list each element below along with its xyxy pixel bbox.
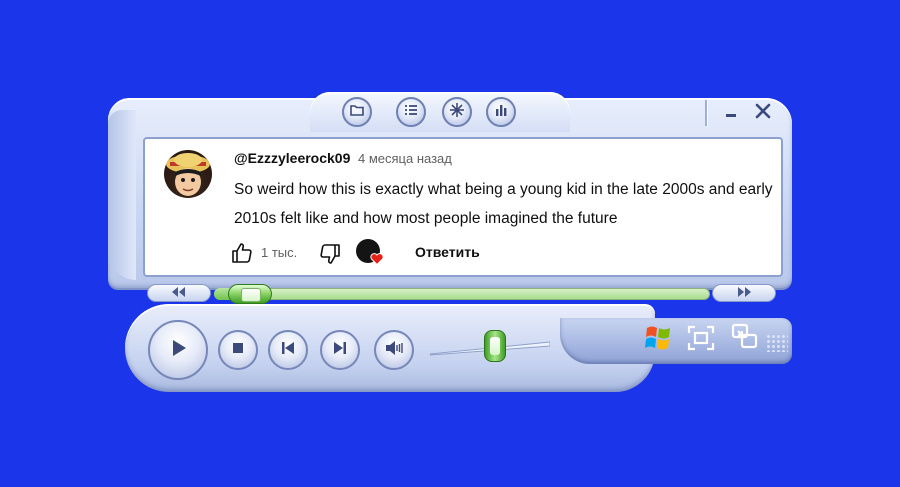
seek-thumb[interactable] [227, 284, 272, 304]
like-button[interactable] [230, 241, 254, 265]
visualization-icon [449, 102, 465, 123]
rewind-icon [170, 287, 188, 299]
volume-icon [385, 340, 403, 361]
media-player: @Ezzzyleerock09 4 месяца назад So weird … [0, 0, 900, 487]
thumbs-down-icon [318, 244, 342, 270]
fast-forward-icon [735, 287, 753, 299]
avatar[interactable] [164, 150, 212, 198]
volume-slider-thumb[interactable] [483, 330, 506, 362]
minimize-button[interactable] [718, 100, 744, 126]
play-icon [166, 336, 190, 365]
folder-button[interactable] [342, 97, 372, 127]
toolbar-divider [705, 100, 708, 126]
next-button[interactable] [320, 330, 360, 370]
mute-button[interactable] [374, 330, 414, 370]
reply-button[interactable]: Ответить [415, 244, 480, 260]
resize-grip[interactable] [766, 334, 788, 352]
seek-track[interactable] [214, 288, 710, 300]
like-count: 1 тыс. [261, 245, 298, 260]
comment-author[interactable]: @Ezzzyleerock09 [234, 150, 350, 166]
heart-icon [370, 252, 384, 266]
comment-timestamp[interactable]: 4 месяца назад [358, 151, 452, 166]
windows-logo-icon[interactable] [644, 324, 674, 352]
thumbs-up-icon [230, 243, 254, 269]
equalizer-icon [493, 102, 509, 123]
previous-icon [280, 340, 296, 361]
close-button[interactable] [750, 100, 776, 126]
mini-mode-icon[interactable] [686, 324, 716, 352]
stop-button[interactable] [218, 330, 258, 370]
next-icon [332, 340, 348, 361]
previous-button[interactable] [268, 330, 308, 370]
dislike-button[interactable] [318, 242, 342, 266]
switch-to-library-icon[interactable] [730, 322, 760, 352]
equalizer-button[interactable] [486, 97, 516, 127]
visualization-button[interactable] [442, 97, 472, 127]
rewind-button[interactable] [147, 284, 211, 302]
comment-text: So weird how this is exactly what being … [234, 181, 773, 227]
close-icon [754, 102, 772, 125]
list-icon [403, 102, 419, 123]
play-button[interactable] [148, 320, 208, 380]
fast-forward-button[interactable] [712, 284, 776, 302]
frame-wing [108, 110, 136, 280]
minimize-icon [723, 103, 739, 124]
playlist-button[interactable] [396, 97, 426, 127]
stop-icon [231, 341, 245, 360]
folder-icon [349, 102, 365, 123]
